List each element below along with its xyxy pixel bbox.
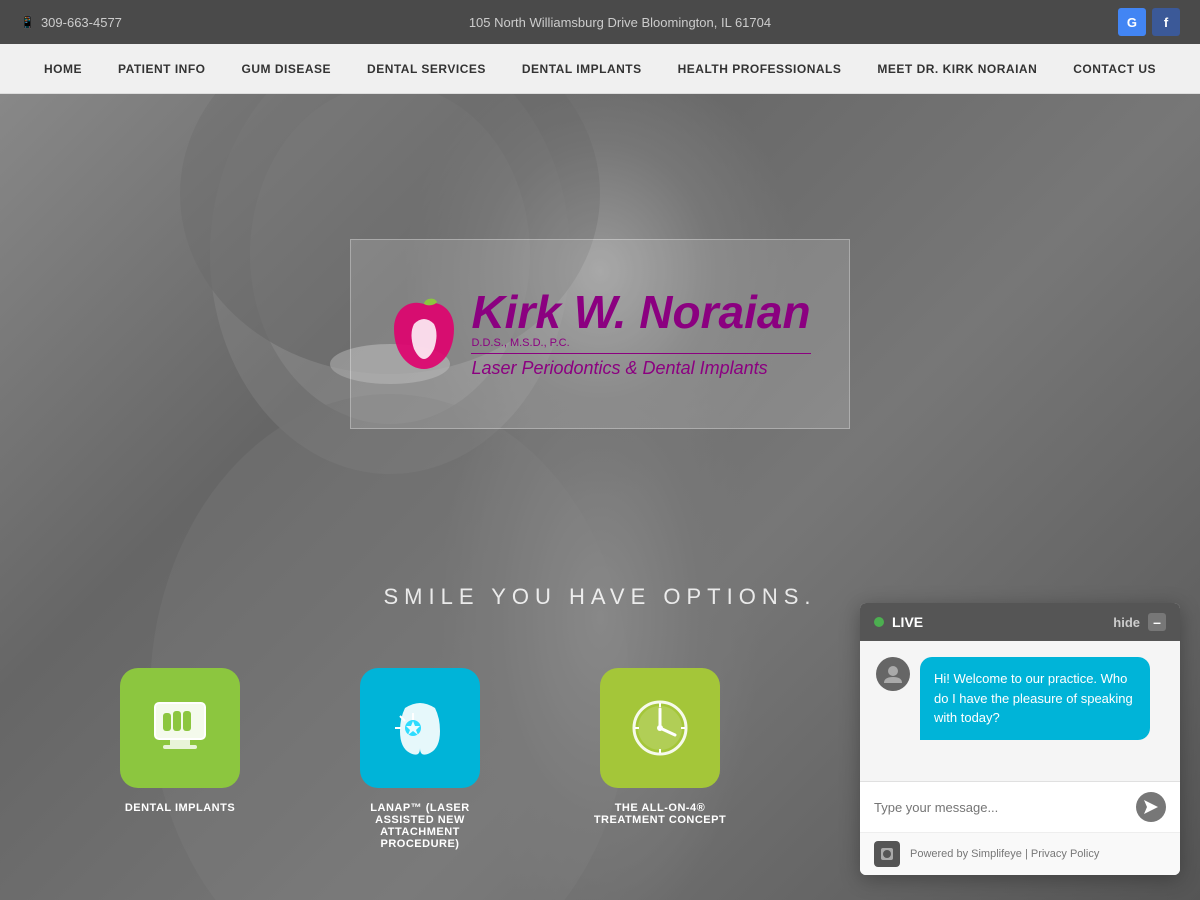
chat-hide-controls[interactable]: hide – (1113, 613, 1166, 631)
logo-credentials: D.D.S., M.S.D., P.C. (471, 337, 810, 349)
nav-gum-disease[interactable]: GUM DISEASE (224, 44, 350, 94)
phone-number[interactable]: 309-663-4577 (20, 15, 122, 30)
clock-tooth-icon (625, 693, 695, 763)
nav-contact-us[interactable]: CONTACT US (1055, 44, 1174, 94)
chat-footer-text: Powered by Simplifeye | Privacy Policy (910, 848, 1099, 860)
avatar-icon (882, 663, 904, 685)
service-cards: DENTAL IMPLANTS LANAP™ (LASER ASSISTED N… (100, 668, 740, 850)
top-bar: 309-663-4577 105 North Williamsburg Driv… (0, 0, 1200, 44)
navigation: HOME PATIENT INFO GUM DISEASE DENTAL SER… (0, 44, 1200, 94)
send-icon (1144, 800, 1158, 814)
chat-send-button[interactable] (1136, 792, 1166, 822)
chat-avatar (876, 657, 910, 691)
nav-dental-implants[interactable]: DENTAL IMPLANTS (504, 44, 660, 94)
hero-section: Kirk W. Noraian D.D.S., M.S.D., P.C. Las… (0, 94, 1200, 900)
practice-name: Kirk W. Noraian (471, 289, 810, 335)
address: 105 North Williamsburg Drive Bloomington… (469, 15, 771, 30)
chat-input[interactable] (874, 800, 1126, 815)
logo-box: Kirk W. Noraian D.D.S., M.S.D., P.C. Las… (350, 239, 850, 429)
hide-label[interactable]: hide (1113, 615, 1140, 630)
lanap-icon-bg (360, 668, 480, 788)
nav-dental-services[interactable]: DENTAL SERVICES (349, 44, 504, 94)
service-card-lanap[interactable]: LANAP™ (LASER ASSISTED NEW ATTACHMENT PR… (340, 668, 500, 850)
nav-home[interactable]: HOME (26, 44, 100, 94)
chat-footer: Powered by Simplifeye | Privacy Policy (860, 832, 1180, 875)
nav-meet-dr[interactable]: MEET DR. KIRK NORAIAN (859, 44, 1055, 94)
simplifeye-icon (879, 846, 895, 862)
social-icons: G f (1118, 8, 1180, 36)
simplifeye-logo (874, 841, 900, 867)
dental-implants-icon-bg (120, 668, 240, 788)
logo-text: Kirk W. Noraian D.D.S., M.S.D., P.C. Las… (471, 289, 810, 379)
google-button[interactable]: G (1118, 8, 1146, 36)
chat-input-area (860, 781, 1180, 832)
logo-subtitle: Laser Periodontics & Dental Implants (471, 353, 810, 379)
chat-header: LIVE hide – (860, 603, 1180, 641)
dental-implants-label: DENTAL IMPLANTS (125, 802, 235, 814)
allon4-label: THE ALL-ON-4® TREATMENT CONCEPT (580, 802, 740, 826)
lanap-label: LANAP™ (LASER ASSISTED NEW ATTACHMENT PR… (340, 802, 500, 850)
nav-health-professionals[interactable]: HEALTH PROFESSIONALS (660, 44, 860, 94)
minimize-button[interactable]: – (1148, 613, 1166, 631)
chat-widget: LIVE hide – Hi! Welcome to our practice.… (860, 603, 1180, 875)
service-card-allon4[interactable]: THE ALL-ON-4® TREATMENT CONCEPT (580, 668, 740, 850)
nav-patient-info[interactable]: PATIENT INFO (100, 44, 224, 94)
live-dot (874, 617, 884, 627)
service-card-dental-implants[interactable]: DENTAL IMPLANTS (100, 668, 260, 850)
facebook-button[interactable]: f (1152, 8, 1180, 36)
allon4-icon-bg (600, 668, 720, 788)
chat-message: Hi! Welcome to our practice. Who do I ha… (920, 657, 1150, 740)
laser-tooth-icon (385, 693, 455, 763)
chat-body: Hi! Welcome to our practice. Who do I ha… (860, 641, 1180, 781)
live-indicator: LIVE (874, 614, 923, 630)
monitor-teeth-icon (145, 693, 215, 763)
logo-icon (389, 294, 459, 374)
live-label: LIVE (892, 614, 923, 630)
